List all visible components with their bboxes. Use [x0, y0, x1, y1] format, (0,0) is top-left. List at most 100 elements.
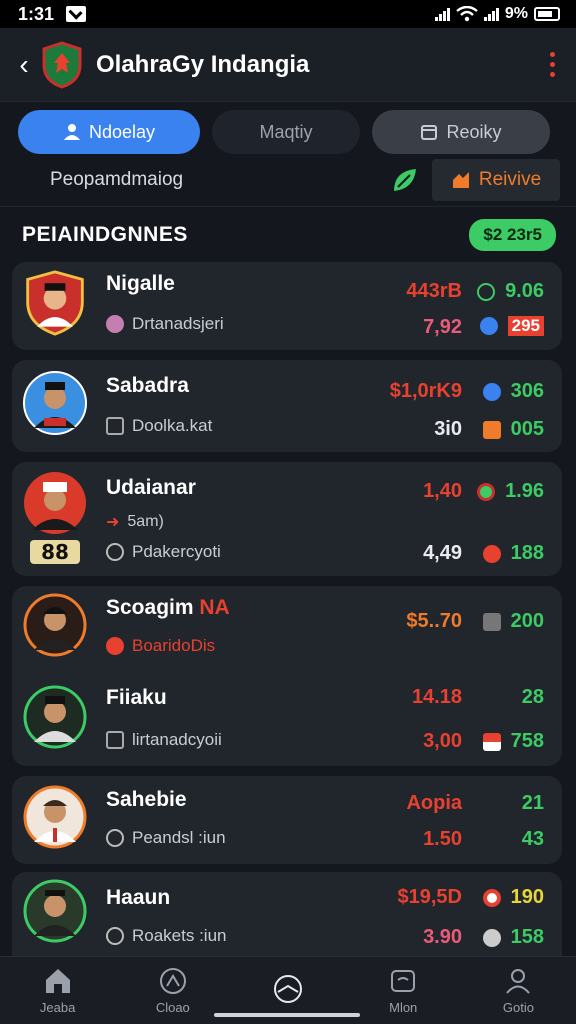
player-row[interactable]: Scoagim NA BoaridoDis $5..70 200 [12, 586, 562, 676]
globe-icon [477, 282, 496, 301]
balance-badge[interactable]: $2 23r5 [469, 218, 556, 251]
bottom-value-b: 188 [482, 542, 544, 565]
ball-icon [482, 888, 501, 907]
player-sub: BoaridoDis [106, 636, 215, 656]
arrow-icon: ➜ [106, 514, 120, 531]
bottom-value-b: 005 [482, 418, 544, 441]
bottom-value-a: 3i0 [434, 418, 462, 440]
player-sub: Peandsl :iun [106, 828, 226, 848]
top-value-b-text: 200 [510, 610, 544, 632]
leaf-icon[interactable] [390, 165, 420, 195]
wifi-icon [456, 6, 478, 22]
player-name: Sahebie [106, 788, 187, 811]
player-avatar [23, 685, 87, 749]
battery-percent: 9% [504, 5, 528, 22]
section-header: PEIAINDGNNES $2 23r5 [0, 206, 576, 262]
tab-maqtiy[interactable]: Maqtiy [212, 110, 360, 154]
home-icon [45, 969, 70, 993]
app-title: OlahraGy Indangia [96, 50, 310, 78]
player-sub-text: lirtanadcyoii [132, 730, 222, 749]
player-card[interactable]: Sabadra Doolka.kat $1,0rK9 306 3i0 005 [12, 360, 562, 452]
top-value-b: 28 [521, 686, 544, 708]
player-card[interactable]: Sahebie Peandsl :iun Aopia 21 1.50 43 [12, 776, 562, 864]
top-value-a: 1,40 [423, 480, 462, 502]
player-name: Scoagim NA [106, 596, 230, 620]
tab-label: Reoiky [446, 121, 502, 142]
top-value-b: 306 [482, 380, 544, 403]
status-bar: 1:31 9% [0, 0, 576, 28]
chat-icon [391, 970, 416, 992]
player-sub: Roakets :iun [106, 926, 227, 946]
app-header: ‹ OlahraGy Indangia [0, 28, 576, 102]
top-value-a: $1,0rK9 [389, 380, 462, 402]
player-avatar [23, 879, 87, 943]
shield-icon [482, 928, 501, 947]
battery-icon [534, 7, 560, 21]
nav-label: Mlon [389, 1000, 418, 1015]
home-indicator [214, 1013, 360, 1017]
player-extra: ➜ 5am) [106, 512, 164, 532]
top-value-a: $19,5D [397, 886, 463, 908]
bottom-value-b-text: 295 [507, 316, 544, 336]
bottom-value-b-text: 188 [510, 542, 544, 564]
bottom-value-b: 295 [479, 316, 544, 336]
top-value-a: 443rB [406, 280, 462, 302]
receive-label: Reivive [478, 169, 542, 190]
chart-up-icon [452, 172, 469, 188]
bottom-value-b: 158 [482, 926, 544, 949]
player-name: Sabadra [106, 374, 189, 397]
tab-ndoelay[interactable]: Ndoelay [18, 110, 200, 154]
top-value-b-text: 9.06 [505, 280, 544, 302]
bottom-value-a: 3,00 [423, 730, 462, 752]
player-avatar: 88 [24, 472, 86, 564]
bottom-value-b-text: 005 [510, 418, 544, 440]
bottom-value-b: 758 [482, 730, 544, 753]
top-value-b: 1.96 [477, 480, 544, 503]
red-dot-icon [482, 544, 501, 563]
tab-reoiky[interactable]: Reoiky [372, 110, 550, 154]
center-icon [274, 974, 302, 1003]
player-name: Haaun [106, 886, 171, 909]
bottom-value-b-text: 158 [510, 926, 544, 948]
nav-label: Cloao [155, 1000, 190, 1015]
player-sub: Pdakercyoti [106, 542, 221, 562]
nav-label: Gotio [502, 1000, 534, 1015]
player-card[interactable]: 88 Udaianar ➜ 5am) Pdakercyoti 1,40 1.96 … [12, 462, 562, 576]
sub-toolbar: Peopamdmaiog Reivive [0, 156, 576, 204]
receive-button[interactable]: Reivive [432, 159, 560, 201]
tab-label: Ndoelay [88, 121, 156, 142]
nav-chat[interactable]: Mlon [346, 957, 461, 1024]
top-value-a: $5..70 [406, 610, 462, 632]
player-sub: Doolka.kat [106, 416, 212, 436]
top-value-a: 14.18 [411, 686, 462, 708]
player-sub-text: BoaridoDis [132, 636, 216, 655]
bottom-value-a: 7,92 [423, 316, 462, 338]
player-sub-text: Drtanadsjeri [132, 314, 224, 333]
signal-icon-2 [483, 7, 499, 21]
player-name: Udaianar [106, 476, 196, 499]
player-avatar [23, 371, 87, 435]
bottom-value-b-text: 758 [510, 730, 544, 752]
nav-home[interactable]: Jeaba [0, 957, 115, 1024]
calendar-icon [421, 125, 438, 140]
flag-icon [482, 732, 501, 751]
player-card[interactable]: Nigalle Drtanadsjeri 443rB 9.06 7,92 295 [12, 262, 562, 350]
tab-label: Maqtiy [259, 121, 313, 142]
player-avatar-shield [26, 270, 84, 336]
player-avatar [23, 593, 87, 657]
player-extra-text: 5am) [127, 513, 164, 530]
top-value-a: Aopia [406, 792, 462, 814]
player-row[interactable]: Fiiaku lirtanadcyoii 14.18 28 3,00 758 [12, 676, 562, 766]
bird-icon [482, 382, 501, 401]
more-options-icon[interactable] [542, 52, 562, 77]
back-arrow-icon[interactable]: ‹ [14, 47, 34, 83]
profile-icon [506, 969, 531, 994]
app-logo-shield-icon [42, 40, 82, 89]
status-left: 1:31 [18, 4, 87, 25]
player-sub: lirtanadcyoii [106, 730, 222, 750]
top-value-b: 190 [482, 886, 544, 909]
top-value-b-text: 306 [510, 380, 544, 402]
player-card[interactable]: Haaun Roakets :iun $19,5D 190 3.90 158 [12, 872, 562, 956]
top-value-b: 21 [521, 792, 544, 814]
nav-profile[interactable]: Gotio [461, 957, 576, 1024]
